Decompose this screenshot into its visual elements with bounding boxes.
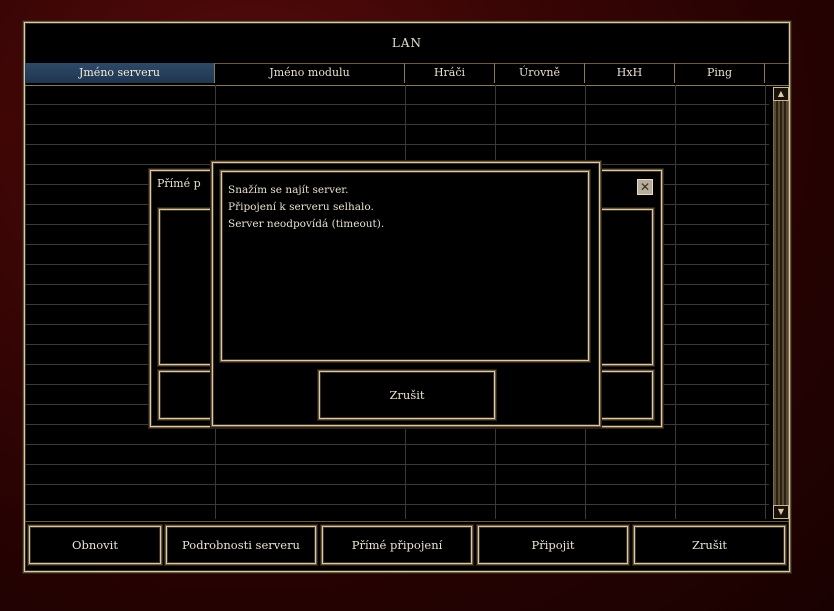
bottom-button-bar: Obnovit Podrobnosti serveru Přímé připoj… (25, 521, 789, 572)
direct-connect-title: Přímé p (157, 177, 201, 190)
connect-button[interactable]: Připojit (478, 526, 628, 564)
direct-connect-button[interactable]: Přímé připojení (322, 526, 472, 564)
cancel-button[interactable]: Zrušit (634, 526, 785, 564)
message-box: Snažím se najít server. Připojení k serv… (221, 171, 589, 361)
column-server-name[interactable]: Jméno serveru (25, 63, 215, 83)
server-list-header: Jméno serveru Jméno modulu Hráči Úrovně … (25, 63, 789, 86)
column-pvp[interactable]: HxH (585, 63, 675, 83)
scroll-up-icon[interactable]: ▲ (773, 87, 789, 101)
direct-left-button[interactable] (159, 371, 217, 419)
direct-right-button[interactable] (597, 371, 653, 419)
direct-right-panel (597, 209, 653, 365)
column-ping[interactable]: Ping (675, 63, 765, 83)
dialog-cancel-button[interactable]: Zrušit (319, 371, 495, 419)
server-list-scrollbar[interactable]: ▲ ▼ (773, 87, 789, 519)
server-details-button[interactable]: Podrobnosti serveru (166, 526, 316, 564)
direct-left-panel (159, 209, 217, 365)
window-title: LAN (25, 23, 789, 64)
refresh-button[interactable]: Obnovit (29, 526, 161, 564)
column-players[interactable]: Hráči (405, 63, 495, 83)
message-line: Snažím se najít server. (228, 184, 349, 196)
connection-message-dialog: Snažím se najít server. Připojení k serv… (212, 162, 600, 426)
column-module-name[interactable]: Jméno modulu (215, 63, 405, 83)
scroll-down-icon[interactable]: ▼ (773, 505, 789, 519)
column-levels[interactable]: Úrovně (495, 63, 585, 83)
message-line: Server neodpovídá (timeout). (228, 218, 385, 230)
message-line: Připojení k serveru selhalo. (228, 201, 374, 213)
close-icon[interactable]: ✕ (637, 179, 653, 195)
